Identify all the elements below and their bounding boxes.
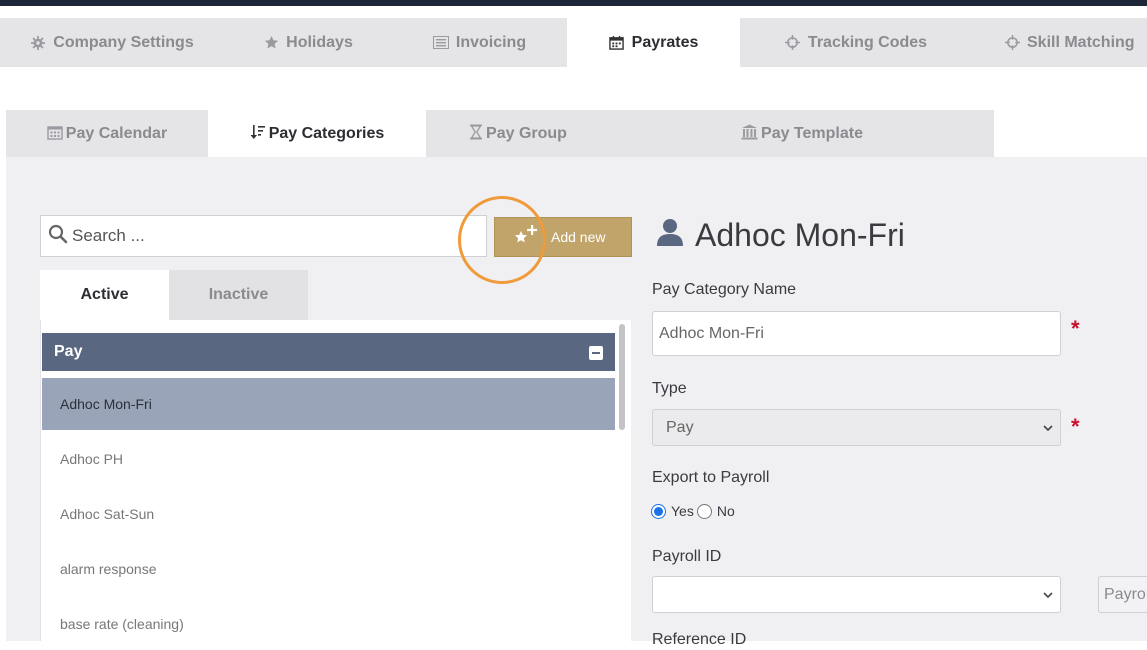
- settings-tab-bar: Company Settings Holidays Invoicing Payr…: [0, 18, 1147, 67]
- status-tab-bar: Active Inactive: [40, 270, 308, 320]
- list-item-label: alarm response: [60, 561, 157, 577]
- payroll-id-label: Payroll ID: [652, 548, 722, 565]
- list-item-label: Adhoc Mon-Fri: [60, 396, 152, 412]
- no-radio[interactable]: [696, 503, 712, 519]
- tab-label: Payrates: [631, 33, 699, 51]
- list-item-label: Adhoc Sat-Sun: [60, 506, 155, 522]
- star-plus-icon: [513, 224, 539, 250]
- tab-pay-calendar[interactable]: Pay Calendar: [6, 110, 208, 158]
- tab-label: Company Settings: [53, 33, 194, 51]
- list-item-label: Adhoc PH: [60, 451, 124, 467]
- export-to-payroll-label: Export to Payroll: [652, 469, 770, 486]
- collapse-icon[interactable]: [589, 346, 603, 360]
- yes-label: Yes: [671, 503, 694, 519]
- list-item[interactable]: alarm response: [42, 543, 615, 595]
- search-icon: [48, 224, 68, 249]
- tab-skill-matching[interactable]: Skill Matching: [972, 18, 1147, 67]
- type-select[interactable]: Pay: [652, 409, 1061, 446]
- search-box[interactable]: Search ...: [40, 215, 487, 257]
- tab-company-settings[interactable]: Company Settings: [0, 18, 224, 67]
- tab-label: Pay Template: [761, 125, 863, 142]
- reference-id-label: Reference ID: [652, 631, 747, 648]
- sort-icon: [250, 124, 266, 145]
- top-bar: [0, 0, 1147, 6]
- no-label: No: [716, 503, 735, 519]
- tab-active[interactable]: Active: [40, 270, 169, 320]
- required-marker: *: [1071, 316, 1080, 341]
- tab-tracking-codes[interactable]: Tracking Codes: [740, 18, 972, 67]
- tab-label: Pay Categories: [268, 125, 385, 142]
- tab-label: Pay Calendar: [65, 125, 168, 142]
- tab-label: Tracking Codes: [807, 33, 928, 51]
- tab-inactive[interactable]: Inactive: [169, 270, 308, 320]
- tab-pay-group[interactable]: Pay Group: [426, 110, 610, 158]
- crosshair-icon: [1004, 35, 1020, 51]
- user-icon: [657, 217, 683, 254]
- chevron-down-icon: [1042, 421, 1054, 440]
- type-label: Type: [652, 380, 687, 397]
- tab-pay-template[interactable]: Pay Template: [610, 110, 994, 158]
- list-item[interactable]: base rate (cleaning): [42, 598, 615, 650]
- list-scrollbar-thumb[interactable]: [619, 324, 625, 430]
- tab-payrates[interactable]: Payrates: [567, 18, 740, 67]
- tab-label: Pay Group: [486, 125, 567, 142]
- required-marker: *: [1071, 414, 1080, 439]
- group-label: Pay: [54, 343, 83, 360]
- group-header-pay[interactable]: Pay: [42, 333, 615, 371]
- pay-category-list: Pay Adhoc Mon-Fri Adhoc PH Adhoc Sat-Sun…: [40, 320, 631, 641]
- yes-radio[interactable]: [651, 503, 666, 519]
- payrates-subtab-bar: Pay Calendar Pay Categories Pay Group Pa…: [6, 110, 994, 158]
- export-radio-group: Yes No: [651, 503, 735, 519]
- bank-icon: [741, 124, 758, 145]
- search-input[interactable]: Search ...: [72, 226, 145, 246]
- tab-holidays[interactable]: Holidays: [224, 18, 392, 67]
- pay-category-name-field[interactable]: Adhoc Mon-Fri: [652, 311, 1061, 356]
- list-item[interactable]: Adhoc PH: [42, 433, 615, 485]
- tab-label: Invoicing: [455, 33, 527, 51]
- chevron-down-icon: [1042, 588, 1054, 607]
- hourglass-icon: [469, 124, 483, 145]
- add-new-label: Add new: [551, 229, 606, 245]
- list-item[interactable]: Adhoc Sat-Sun: [42, 488, 615, 540]
- tab-pay-categories[interactable]: Pay Categories: [208, 110, 426, 158]
- list-item[interactable]: Adhoc Mon-Fri: [42, 378, 615, 430]
- tab-label: Skill Matching: [1027, 33, 1135, 51]
- tab-invoicing[interactable]: Invoicing: [392, 18, 567, 67]
- calendar-icon: [47, 124, 63, 145]
- payroll-secondary-field[interactable]: Payro: [1098, 576, 1147, 613]
- add-new-button[interactable]: Add new: [494, 217, 632, 257]
- crosshair-icon: [785, 35, 801, 51]
- tab-label: Holidays: [286, 33, 353, 51]
- gear-icon: [30, 35, 46, 51]
- pay-category-name-label: Pay Category Name: [652, 281, 797, 298]
- list-item-label: base rate (cleaning): [60, 616, 184, 632]
- type-value: Pay: [666, 418, 694, 436]
- detail-title: Adhoc Mon-Fri: [657, 217, 905, 254]
- star-icon: [263, 35, 279, 51]
- invoice-icon: [432, 35, 449, 51]
- detail-title-text: Adhoc Mon-Fri: [695, 217, 905, 253]
- calendar-icon: [609, 35, 625, 51]
- payroll-id-select[interactable]: [652, 576, 1061, 613]
